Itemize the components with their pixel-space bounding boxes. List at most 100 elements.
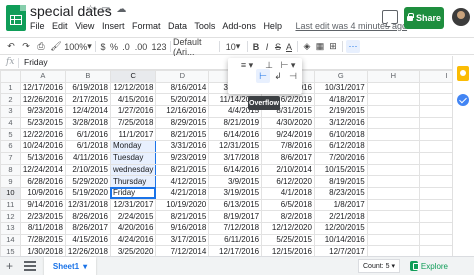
- font-family-select[interactable]: Default (Ari...: [173, 37, 217, 57]
- chevron-down-icon[interactable]: ▾: [83, 262, 87, 271]
- column-header[interactable]: G: [313, 70, 368, 83]
- table-cell[interactable]: [366, 93, 420, 107]
- table-cell[interactable]: 3/9/2015: [208, 175, 263, 188]
- table-cell[interactable]: 2/19/2015: [313, 105, 368, 118]
- table-cell[interactable]: [366, 210, 420, 223]
- table-cell[interactable]: 6/14/2016: [208, 128, 263, 142]
- decrease-decimals-button[interactable]: .0: [120, 40, 132, 53]
- table-cell[interactable]: 8/23/2015: [313, 186, 368, 200]
- row-header[interactable]: 14: [0, 233, 21, 247]
- table-cell[interactable]: 8/26/2017: [64, 221, 111, 235]
- summary-count[interactable]: Count: 5 ▾: [358, 259, 400, 273]
- overflow-wrap-icon[interactable]: ⊢: [256, 69, 270, 83]
- table-cell[interactable]: 5/23/2015: [19, 116, 66, 130]
- table-cell[interactable]: 8/21/2019: [208, 116, 263, 130]
- table-cell[interactable]: 5/20/2014: [155, 93, 210, 107]
- row-header[interactable]: 12: [0, 210, 21, 223]
- table-cell[interactable]: 12/26/2018: [64, 245, 111, 256]
- column-header[interactable]: A: [19, 70, 66, 83]
- fill-color-icon[interactable]: ◈: [301, 40, 313, 53]
- table-cell[interactable]: 10/19/2020: [155, 198, 210, 212]
- table-cell[interactable]: 3/17/2015: [155, 233, 210, 247]
- table-cell[interactable]: [366, 221, 420, 235]
- row-header[interactable]: 5: [0, 128, 21, 142]
- table-cell[interactable]: 3/19/2015: [208, 186, 263, 200]
- clip-icon[interactable]: ⊣: [286, 69, 300, 83]
- table-cell[interactable]: 9/23/2019: [155, 151, 210, 165]
- table-cell[interactable]: [366, 140, 420, 153]
- paint-format-icon[interactable]: 🖌: [49, 40, 63, 53]
- table-cell[interactable]: 3/12/2016: [313, 116, 368, 130]
- table-cell[interactable]: 4/18/2017: [313, 93, 368, 107]
- table-cell[interactable]: 12/17/2016: [208, 245, 263, 256]
- text-color-button[interactable]: A: [284, 40, 294, 53]
- table-cell[interactable]: 12/12/2020: [261, 221, 315, 235]
- add-sheet-icon[interactable]: +: [6, 260, 13, 272]
- row-header[interactable]: 4: [0, 116, 21, 130]
- row-header[interactable]: 8: [0, 163, 21, 177]
- table-cell[interactable]: 4/20/2016: [109, 221, 157, 235]
- table-cell[interactable]: 5/19/2020: [64, 186, 111, 200]
- table-cell[interactable]: 8/2/2018: [261, 210, 315, 223]
- table-cell[interactable]: 12/31/2015: [208, 140, 263, 153]
- table-cell[interactable]: 12/31/2018: [64, 198, 111, 212]
- table-cell[interactable]: 7/8/2016: [261, 140, 315, 153]
- table-cell[interactable]: 10/9/2016: [19, 186, 66, 200]
- table-cell[interactable]: 9/16/2018: [155, 221, 210, 235]
- menu-insert[interactable]: Insert: [102, 21, 125, 31]
- table-cell[interactable]: Thursday: [109, 175, 157, 188]
- table-cell[interactable]: 4/1/2018: [261, 186, 315, 200]
- table-cell[interactable]: 8/26/2016: [64, 210, 111, 223]
- table-cell[interactable]: [366, 105, 420, 118]
- table-cell[interactable]: 5/25/2015: [261, 233, 315, 247]
- table-cell[interactable]: [366, 198, 420, 212]
- table-cell[interactable]: [366, 163, 420, 177]
- table-cell[interactable]: 9/24/2019: [261, 128, 315, 142]
- italic-button[interactable]: I: [262, 40, 272, 53]
- sheets-logo-icon[interactable]: [6, 5, 26, 31]
- table-cell[interactable]: [366, 116, 420, 130]
- column-header[interactable]: H: [366, 70, 420, 83]
- table-cell[interactable]: 1/27/2016: [109, 105, 157, 118]
- table-cell[interactable]: 6/5/2018: [261, 198, 315, 212]
- table-cell[interactable]: 6/19/2018: [64, 81, 111, 95]
- increase-decimals-button[interactable]: .00: [133, 40, 149, 53]
- select-all-corner[interactable]: [0, 70, 21, 83]
- table-cell[interactable]: 3/17/2018: [208, 151, 263, 165]
- table-cell[interactable]: 7/20/2016: [313, 151, 368, 165]
- sheet-tab[interactable]: Sheet1 ▾: [44, 257, 96, 275]
- table-cell[interactable]: 6/13/2015: [208, 198, 263, 212]
- table-cell[interactable]: [366, 81, 420, 95]
- table-cell[interactable]: 3/28/2018: [64, 116, 111, 130]
- menu-file[interactable]: File: [30, 21, 45, 31]
- table-cell[interactable]: 8/16/2014: [155, 81, 210, 95]
- row-header[interactable]: 1: [0, 81, 21, 95]
- row-header[interactable]: 2: [0, 93, 21, 107]
- wrap-icon[interactable]: ↲: [271, 69, 285, 83]
- table-cell[interactable]: 6/28/2016: [19, 175, 66, 188]
- table-cell[interactable]: 12/24/2014: [19, 163, 66, 177]
- comments-icon[interactable]: [382, 10, 398, 24]
- share-button[interactable]: Share: [404, 7, 444, 29]
- row-header[interactable]: 13: [0, 221, 21, 235]
- table-cell[interactable]: 10/31/2017: [313, 81, 368, 95]
- menu-format[interactable]: Format: [132, 21, 161, 31]
- row-header[interactable]: 9: [0, 175, 21, 188]
- table-cell[interactable]: 10/14/2016: [313, 233, 368, 247]
- table-cell[interactable]: [366, 245, 420, 256]
- row-header[interactable]: 3: [0, 105, 21, 118]
- menu-add-ons[interactable]: Add-ons: [222, 21, 256, 31]
- table-cell[interactable]: 8/21/2015: [155, 163, 210, 177]
- table-cell[interactable]: 10/24/2016: [19, 140, 66, 153]
- table-cell[interactable]: [366, 128, 420, 142]
- print-icon[interactable]: ⎙: [34, 40, 48, 53]
- table-cell[interactable]: [366, 186, 420, 200]
- table-cell[interactable]: 4/24/2016: [109, 233, 157, 247]
- row-header[interactable]: 7: [0, 151, 21, 165]
- table-cell[interactable]: 6/1/2018: [64, 140, 111, 153]
- menu-edit[interactable]: Edit: [52, 21, 68, 31]
- table-cell[interactable]: 4/21/2018: [155, 186, 210, 200]
- table-cell[interactable]: Friday: [109, 186, 157, 200]
- more-icon[interactable]: ⋯: [346, 40, 360, 53]
- table-cell[interactable]: 12/16/2016: [155, 105, 210, 118]
